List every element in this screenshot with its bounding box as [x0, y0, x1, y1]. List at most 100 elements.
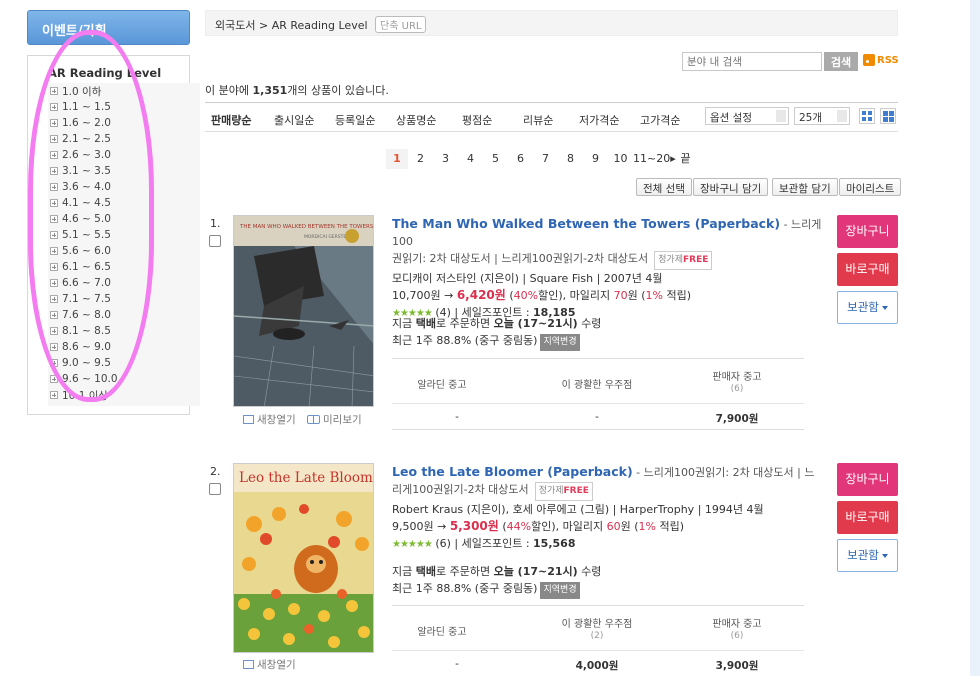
page-link[interactable]: 6 — [508, 149, 533, 169]
page-link[interactable]: 11~20▸ — [633, 149, 676, 169]
series-info-2[interactable]: 권읽기: 2차 대상도서 | 느리게100권읽기-2차 대상도서 — [392, 252, 648, 265]
sort-tab-review[interactable]: 리뷰순 — [523, 112, 553, 128]
cart-button[interactable]: 장바구니 — [837, 215, 898, 248]
category-label: 3.1 ~ 3.5 — [62, 165, 111, 177]
page-link[interactable]: 5 — [483, 149, 508, 169]
event-tab[interactable]: 이벤트/기획 — [27, 10, 190, 45]
used-col-aladin: 알라딘 중고 — [417, 627, 467, 638]
category-item[interactable]: 6.6 ~ 7.0 — [50, 275, 111, 291]
category-item[interactable]: 1.0 이하 — [50, 83, 101, 99]
product-title-link[interactable]: Leo the Late Bloomer (Paperback) — [392, 464, 633, 479]
category-label: 3.6 ~ 4.0 — [62, 181, 111, 193]
used-price-universe[interactable]: 4,000원 — [542, 658, 652, 673]
buy-now-button[interactable]: 바로구매 — [837, 501, 898, 534]
page-link[interactable]: 7 — [533, 149, 558, 169]
used-price-universe[interactable]: - — [542, 411, 652, 423]
page-link[interactable]: 3 — [433, 149, 458, 169]
rating-stars: ★★★★★ — [392, 539, 433, 550]
category-item[interactable]: 3.1 ~ 3.5 — [50, 163, 111, 179]
page-link[interactable]: 4 — [458, 149, 483, 169]
cart-button[interactable]: 장바구니 — [837, 463, 898, 496]
used-price-seller[interactable]: 3,900원 — [682, 658, 792, 673]
category-item[interactable]: 9.6 ~ 10.0 — [50, 371, 118, 387]
category-item[interactable]: 8.6 ~ 9.0 — [50, 339, 111, 355]
rss-icon — [863, 54, 875, 66]
buy-now-button[interactable]: 바로구매 — [837, 253, 898, 286]
my-list-button[interactable]: 마이리스트 — [839, 178, 902, 196]
product-checkbox[interactable] — [209, 483, 221, 495]
page-link[interactable]: 10 — [608, 149, 633, 169]
category-label: 1.6 ~ 2.0 — [62, 117, 111, 129]
add-to-cart-all-button[interactable]: 장바구니 담기 — [693, 178, 769, 196]
cover-title: Leo the Late Bloomer — [239, 470, 374, 486]
new-window-link[interactable]: 새창열기 — [243, 657, 296, 672]
sort-tab-low-price[interactable]: 저가격순 — [579, 112, 619, 128]
new-window-link[interactable]: 새창열기 — [243, 412, 296, 427]
page-link[interactable]: 2 — [408, 149, 433, 169]
used-price-aladin[interactable]: - — [392, 658, 522, 670]
series-info-2[interactable]: 리게100권읽기-2차 대상도서 — [392, 483, 529, 496]
preview-link[interactable]: 미리보기 — [307, 412, 362, 427]
price-free-tag: 정가제FREE — [654, 251, 713, 270]
sort-tab-registered[interactable]: 등록일순 — [335, 112, 375, 128]
author-publisher: 모디캐이 저스타인 (지은이) | Square Fish | 2007년 4월 — [392, 272, 663, 285]
per-page-select[interactable]: 25개 — [794, 107, 850, 125]
sort-tab-sales[interactable]: 판매량순 — [211, 112, 251, 128]
category-item[interactable]: 4.6 ~ 5.0 — [50, 211, 111, 227]
archive-button[interactable]: 보관함 — [837, 539, 898, 572]
category-item[interactable]: 7.6 ~ 8.0 — [50, 307, 111, 323]
change-area-button[interactable]: 지역변경 — [540, 334, 580, 351]
sidebar-title: AR Reading Level — [48, 66, 162, 80]
expand-plus-icon — [50, 391, 58, 399]
grid-view-icon[interactable] — [880, 108, 896, 124]
page-link[interactable]: 9 — [583, 149, 608, 169]
product-title-link[interactable]: The Man Who Walked Between the Towers (P… — [392, 216, 780, 231]
book-preview-icon — [307, 415, 320, 424]
option-select[interactable]: 옵션 설정 — [705, 107, 789, 125]
category-item[interactable]: 1.6 ~ 2.0 — [50, 115, 111, 131]
scrollbar[interactable] — [970, 0, 980, 676]
category-item[interactable]: 9.0 ~ 9.5 — [50, 355, 111, 371]
category-label: 6.1 ~ 6.5 — [62, 261, 111, 273]
category-item[interactable]: 5.1 ~ 5.5 — [50, 227, 111, 243]
used-price-seller[interactable]: 7,900원 — [682, 411, 792, 426]
rss-label: RSS — [877, 54, 899, 66]
category-item[interactable]: 5.6 ~ 6.0 — [50, 243, 111, 259]
category-item[interactable]: 3.6 ~ 4.0 — [50, 179, 111, 195]
category-item[interactable]: 7.1 ~ 7.5 — [50, 291, 111, 307]
search-button[interactable]: 검색 — [824, 52, 858, 71]
archive-button[interactable]: 보관함 — [837, 291, 898, 324]
category-search-input[interactable] — [682, 52, 822, 71]
book-cover[interactable]: THE MAN WHO WALKED BETWEEN THE TOWERS MO… — [233, 215, 374, 407]
series-info[interactable]: - 느리게100권읽기: 2차 대상도서 | 느 — [633, 466, 814, 479]
expand-plus-icon — [50, 103, 58, 111]
category-item[interactable]: 1.1 ~ 1.5 — [50, 99, 111, 115]
used-price-aladin[interactable]: - — [392, 411, 522, 423]
category-item[interactable]: 4.1 ~ 4.5 — [50, 195, 111, 211]
book-cover[interactable]: Leo the Late Bloomer — [233, 463, 374, 653]
page-link[interactable]: 끝 — [673, 149, 698, 169]
expand-plus-icon — [50, 183, 58, 191]
short-url-button[interactable]: 단축 URL — [375, 16, 427, 33]
select-all-button[interactable]: 전체 선택 — [636, 178, 692, 196]
category-item[interactable]: 10.1 이상 — [50, 387, 108, 403]
page-link[interactable]: 8 — [558, 149, 583, 169]
sort-tab-rating[interactable]: 평점순 — [462, 112, 492, 128]
page-link[interactable]: 1 — [386, 149, 408, 169]
category-item[interactable]: 6.1 ~ 6.5 — [50, 259, 111, 275]
category-item[interactable]: 2.1 ~ 2.5 — [50, 131, 111, 147]
delivery-info: 지금 택배로 주문하면 오늘 (17~21시) 수령 최근 1주 88.8% (… — [392, 563, 601, 599]
sort-tab-release[interactable]: 출시일순 — [274, 112, 314, 128]
sort-tab-name[interactable]: 상품명순 — [396, 112, 436, 128]
rss-link[interactable]: RSS — [863, 54, 899, 66]
category-item[interactable]: 8.1 ~ 8.5 — [50, 323, 111, 339]
category-item[interactable]: 2.6 ~ 3.0 — [50, 147, 111, 163]
category-label: 5.6 ~ 6.0 — [62, 245, 111, 257]
list-view-icon[interactable] — [859, 108, 875, 124]
add-to-archive-button[interactable]: 보관함 담기 — [772, 178, 838, 196]
used-book-table: 알라딘 중고 이 광활한 우주점 (2) 판매자 중고 (6) - 4,000원… — [392, 605, 804, 676]
chevron-down-icon — [776, 110, 786, 122]
sort-tab-high-price[interactable]: 고가격순 — [640, 112, 680, 128]
change-area-button[interactable]: 지역변경 — [540, 582, 580, 599]
product-checkbox[interactable] — [209, 235, 221, 247]
